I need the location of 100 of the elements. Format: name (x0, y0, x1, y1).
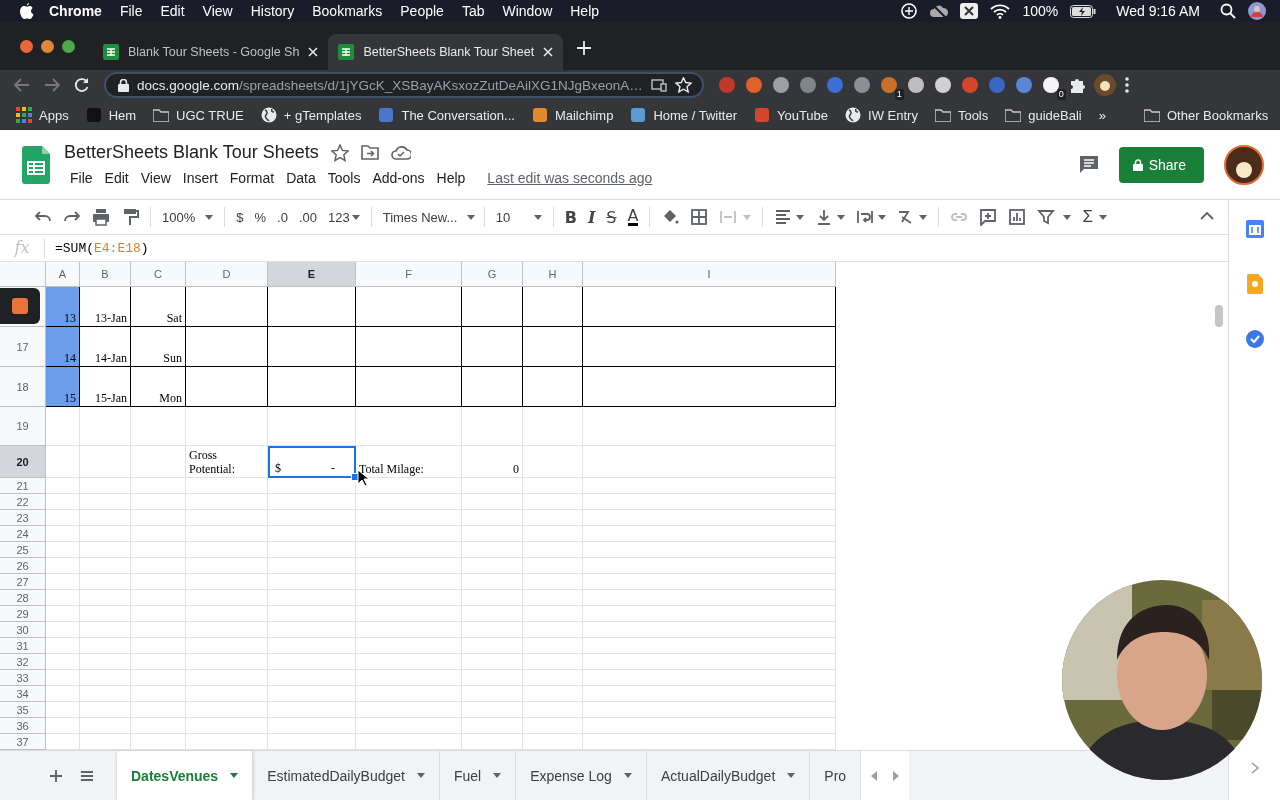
chart-icon[interactable] (1008, 208, 1027, 226)
menu-item[interactable]: Format (223, 168, 281, 188)
table-cell[interactable]: 15 (46, 367, 80, 407)
bookmark[interactable]: IW Entry (845, 107, 918, 123)
sheet-list-icon[interactable] (81, 770, 93, 781)
row-header[interactable]: 22 (0, 494, 46, 510)
menu-item[interactable]: People (391, 3, 453, 19)
font-size-dropdown[interactable]: 10 (495, 209, 542, 225)
cloud-status-icon[interactable] (390, 145, 411, 160)
row-header[interactable]: 17 (0, 327, 46, 367)
paint-format-icon[interactable] (121, 208, 139, 226)
bookmark[interactable]: The Conversation... (378, 107, 515, 123)
print-icon[interactable] (92, 208, 110, 226)
scroll-right-icon[interactable] (893, 770, 900, 781)
keep-note-icon[interactable] (1246, 274, 1263, 294)
italic-button[interactable]: I (587, 207, 596, 227)
bookmark[interactable]: Home / Twitter (630, 107, 737, 123)
scroll-left-icon[interactable] (871, 770, 878, 781)
table-cell[interactable] (186, 287, 268, 327)
row-header[interactable]: 21 (0, 478, 46, 494)
table-cell[interactable] (523, 367, 583, 407)
bookmark[interactable]: guideBali (1005, 107, 1082, 123)
reload-icon[interactable] (74, 77, 90, 93)
floating-app-button[interactable] (0, 288, 40, 324)
new-tab-icon[interactable] (577, 40, 592, 55)
table-cell[interactable] (523, 287, 583, 327)
bookmark[interactable]: Tools (934, 107, 989, 123)
font-dropdown[interactable]: Times New... (382, 209, 473, 225)
bookmark[interactable]: Mailchimp (531, 107, 614, 123)
table-cell[interactable] (523, 327, 583, 367)
close-icon[interactable] (543, 47, 554, 57)
column-header[interactable]: G (462, 262, 523, 287)
row-header[interactable]: 29 (0, 606, 46, 622)
menu-item[interactable]: Help (430, 168, 472, 188)
table-cell[interactable] (462, 327, 523, 367)
menu-item[interactable]: Tab (452, 3, 494, 19)
table-cell[interactable] (356, 327, 462, 367)
app-icon[interactable] (960, 3, 979, 19)
bookmark[interactable]: Hem (85, 107, 137, 123)
add-comment-icon[interactable] (979, 208, 998, 226)
menu-item[interactable]: Data (280, 168, 322, 188)
cloud-icon[interactable] (930, 3, 949, 19)
menu-item[interactable]: Edit (151, 3, 194, 19)
table-cell[interactable]: $ - (268, 446, 356, 478)
close-icon[interactable] (308, 47, 319, 57)
text-wrap-icon[interactable] (856, 208, 875, 226)
document-title[interactable]: BetterSheets Blank Tour Sheets (64, 142, 319, 163)
formula-input[interactable]: =SUM(E4:E18) (55, 240, 149, 256)
sheets-logo-icon[interactable] (22, 146, 50, 184)
menu-item[interactable]: File (110, 3, 152, 19)
menu-item[interactable]: View (193, 3, 242, 19)
table-cell[interactable] (356, 367, 462, 407)
expand-panel-icon[interactable] (1250, 762, 1259, 774)
table-cell[interactable]: Total Milage: (356, 446, 462, 478)
functions-button[interactable]: Σ (1082, 207, 1093, 227)
table-cell[interactable]: 13 (46, 287, 80, 327)
menu-item[interactable]: Tools (321, 168, 367, 188)
borders-icon[interactable] (690, 208, 709, 226)
sheet-tab[interactable]: ActualDailyBudget (646, 751, 811, 800)
account-avatar-icon[interactable] (1224, 145, 1264, 185)
row-header[interactable]: 24 (0, 526, 46, 542)
sheet-tab[interactable]: Fuel (439, 751, 517, 800)
strikethrough-button[interactable]: S (606, 207, 617, 227)
menu-item[interactable]: Help (561, 3, 609, 19)
menu-item[interactable]: View (134, 168, 177, 188)
table-cell[interactable]: Sat (131, 287, 186, 327)
menu-item[interactable]: Add-ons (366, 168, 431, 188)
row-header[interactable]: 27 (0, 574, 46, 590)
row-header[interactable]: 36 (0, 718, 46, 734)
table-cell[interactable] (268, 327, 356, 367)
table-cell[interactable]: 13-Jan (80, 287, 131, 327)
apple-icon[interactable] (20, 3, 34, 19)
row-header[interactable]: 35 (0, 702, 46, 718)
table-cell[interactable]: 15-Jan (80, 367, 131, 407)
comment-icon[interactable] (1078, 155, 1099, 175)
table-cell[interactable] (356, 287, 462, 327)
row-header[interactable]: 25 (0, 542, 46, 558)
back-icon[interactable] (14, 78, 30, 92)
percent-format-button[interactable]: % (254, 209, 267, 225)
column-header[interactable]: F (356, 262, 462, 287)
table-cell[interactable]: 14 (46, 327, 80, 367)
more-formats-dropdown[interactable]: 123 (327, 209, 360, 225)
table-cell[interactable] (268, 367, 356, 407)
last-edit-link[interactable]: Last edit was seconds ago (487, 170, 653, 186)
row-header[interactable]: 31 (0, 638, 46, 654)
browser-tab[interactable]: BetterSheets Blank Tour Sheet (328, 34, 564, 70)
row-header[interactable]: 34 (0, 686, 46, 702)
table-cell[interactable]: Gross Potential: (186, 446, 268, 478)
user-avatar-icon[interactable] (1248, 2, 1266, 20)
star-icon[interactable] (330, 143, 349, 162)
menu-item[interactable]: History (241, 3, 304, 19)
puzzle-icon[interactable] (1068, 77, 1085, 93)
menu-item[interactable]: Insert (176, 168, 224, 188)
table-cell[interactable]: Mon (131, 367, 186, 407)
table-cell[interactable] (186, 327, 268, 367)
profile-avatar-icon[interactable] (1093, 74, 1116, 96)
wifi-icon[interactable] (990, 3, 1011, 19)
column-header[interactable]: E (268, 262, 356, 287)
row-header[interactable]: 30 (0, 622, 46, 638)
move-folder-icon[interactable] (360, 145, 379, 160)
